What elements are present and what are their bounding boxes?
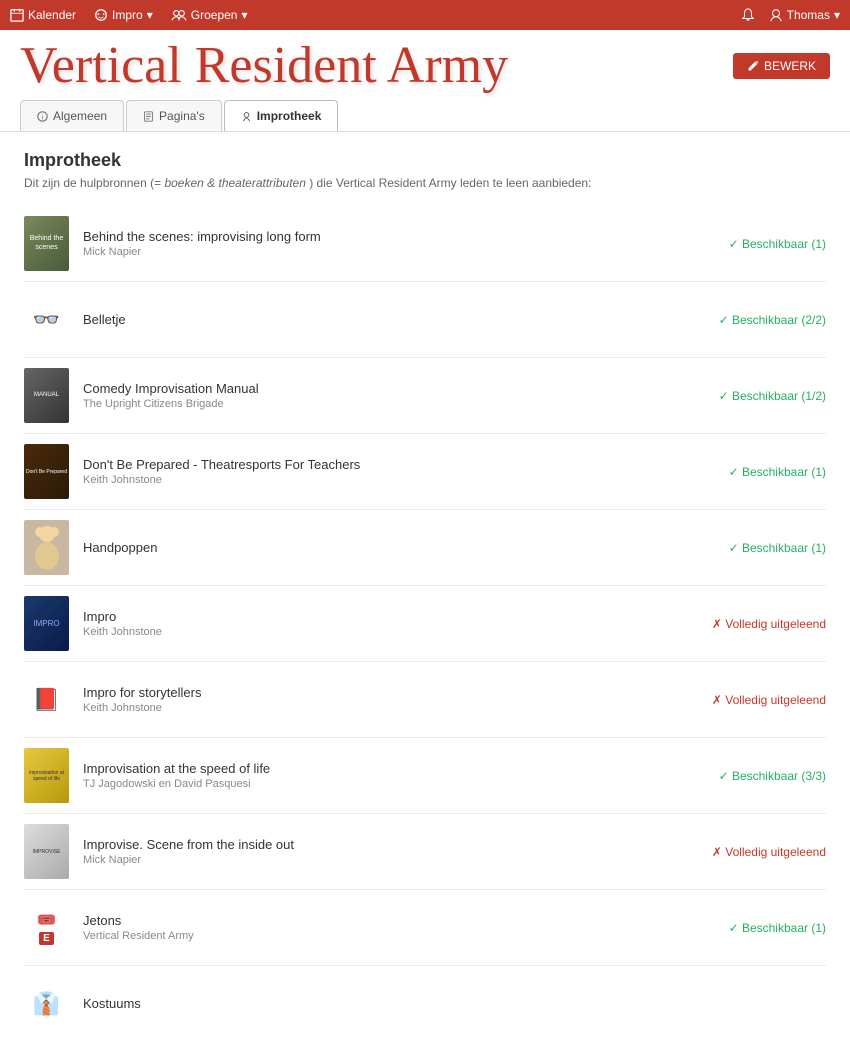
item-thumb-impro-story: 📕	[24, 672, 69, 727]
bewerk-button[interactable]: BEWERK	[733, 53, 830, 79]
org-logo: Vertical Resident Army	[20, 40, 508, 92]
item-thumb-kostuums: 👔	[24, 976, 69, 1031]
item-status-impro-story: ✗ Volledig uitgeleend	[712, 693, 826, 707]
item-thumb-improvise: IMPROVISE	[24, 824, 69, 879]
tab-improtheek[interactable]: Improtheek	[224, 100, 339, 131]
item-status-dontbe: ✓ Beschikbaar (1)	[729, 465, 826, 479]
impro-label: Impro	[112, 8, 143, 22]
library-item-jetons[interactable]: 🎟️ E Jetons Vertical Resident Army ✓ Bes…	[24, 890, 826, 966]
item-status-behind: ✓ Beschikbaar (1)	[729, 237, 826, 251]
item-status-belletje: ✓ Beschikbaar (2/2)	[719, 313, 826, 327]
library-item-handpoppen[interactable]: Handpoppen ✓ Beschikbaar (1)	[24, 510, 826, 586]
library-item-belletje[interactable]: 👓 Belletje ✓ Beschikbaar (2/2)	[24, 282, 826, 358]
nav-right: Thomas ▾	[741, 8, 840, 22]
library-item-improvise[interactable]: IMPROVISE Improvise. Scene from the insi…	[24, 814, 826, 890]
item-status-jetons: ✓ Beschikbaar (1)	[729, 921, 826, 935]
library-item-improvisation[interactable]: improvisation at speed of life Improvisa…	[24, 738, 826, 814]
item-thumb-improvisation: improvisation at speed of life	[24, 748, 69, 803]
item-info-kostuums: Kostuums	[83, 996, 812, 1011]
library-item-comedy[interactable]: MANUAL Comedy Improvisation Manual The U…	[24, 358, 826, 434]
user-name: Thomas	[787, 8, 830, 22]
section-title: Improtheek	[24, 150, 826, 171]
main-content: Improtheek Dit zijn de hulpbronnen (= bo…	[0, 132, 850, 1059]
library-item-impro-story[interactable]: 📕 Impro for storytellers Keith Johnstone…	[24, 662, 826, 738]
logo-row: Vertical Resident Army BEWERK	[20, 40, 830, 92]
item-info-comedy: Comedy Improvisation Manual The Upright …	[83, 381, 705, 410]
item-thumb-impro: IMPRO	[24, 596, 69, 651]
notifications-bell[interactable]	[741, 8, 755, 22]
item-info-improvisation: Improvisation at the speed of life TJ Ja…	[83, 761, 705, 790]
user-menu[interactable]: Thomas ▾	[769, 8, 840, 22]
kalender-label: Kalender	[28, 8, 76, 22]
item-info-handpoppen: Handpoppen	[83, 540, 715, 555]
item-status-improvise: ✗ Volledig uitgeleend	[712, 845, 826, 859]
item-status-improvisation: ✓ Beschikbaar (3/3)	[719, 769, 826, 783]
header: Vertical Resident Army BEWERK i Algemeen…	[0, 30, 850, 132]
tab-algemeen[interactable]: i Algemeen	[20, 100, 124, 131]
groepen-label: Groepen	[191, 8, 238, 22]
item-info-impro: Impro Keith Johnstone	[83, 609, 698, 638]
library-item-impro[interactable]: IMPRO Impro Keith Johnstone ✗ Volledig u…	[24, 586, 826, 662]
item-info-belletje: Belletje	[83, 312, 705, 327]
library-item-kostuums[interactable]: 👔 Kostuums	[24, 966, 826, 1041]
item-status-impro: ✗ Volledig uitgeleend	[712, 617, 826, 631]
item-info-impro-story: Impro for storytellers Keith Johnstone	[83, 685, 698, 714]
item-thumb-jetons: 🎟️ E	[24, 900, 69, 955]
item-thumb-dontbe: Don't Be Prepared	[24, 444, 69, 499]
item-status-handpoppen: ✓ Beschikbaar (1)	[729, 541, 826, 555]
item-info-improvise: Improvise. Scene from the inside out Mic…	[83, 837, 698, 866]
section-subtitle: Dit zijn de hulpbronnen (= boeken & thea…	[24, 176, 826, 190]
kalender-nav[interactable]: Kalender	[10, 8, 76, 22]
item-thumb-behind: Behind the scenes	[24, 216, 69, 271]
item-info-jetons: Jetons Vertical Resident Army	[83, 913, 715, 942]
item-thumb-handpoppen	[24, 520, 69, 575]
item-status-comedy: ✓ Beschikbaar (1/2)	[719, 389, 826, 403]
item-thumb-comedy: MANUAL	[24, 368, 69, 423]
groepen-nav[interactable]: Groepen ▾	[171, 8, 248, 22]
item-info-dontbe: Don't Be Prepared - Theatresports For Te…	[83, 457, 715, 486]
tab-paginas[interactable]: Pagina's	[126, 100, 222, 131]
top-navigation: Kalender Impro ▾ Groepen ▾ Thomas ▾	[0, 0, 850, 30]
tabs-row: i Algemeen Pagina's Improtheek	[20, 100, 830, 131]
library-item-behind[interactable]: Behind the scenes Behind the scenes: imp…	[24, 206, 826, 282]
item-thumb-belletje: 👓	[24, 292, 69, 347]
library-item-dontbe[interactable]: Don't Be Prepared Don't Be Prepared - Th…	[24, 434, 826, 510]
impro-nav[interactable]: Impro ▾	[94, 8, 153, 22]
item-info-behind: Behind the scenes: improvising long form…	[83, 229, 715, 258]
